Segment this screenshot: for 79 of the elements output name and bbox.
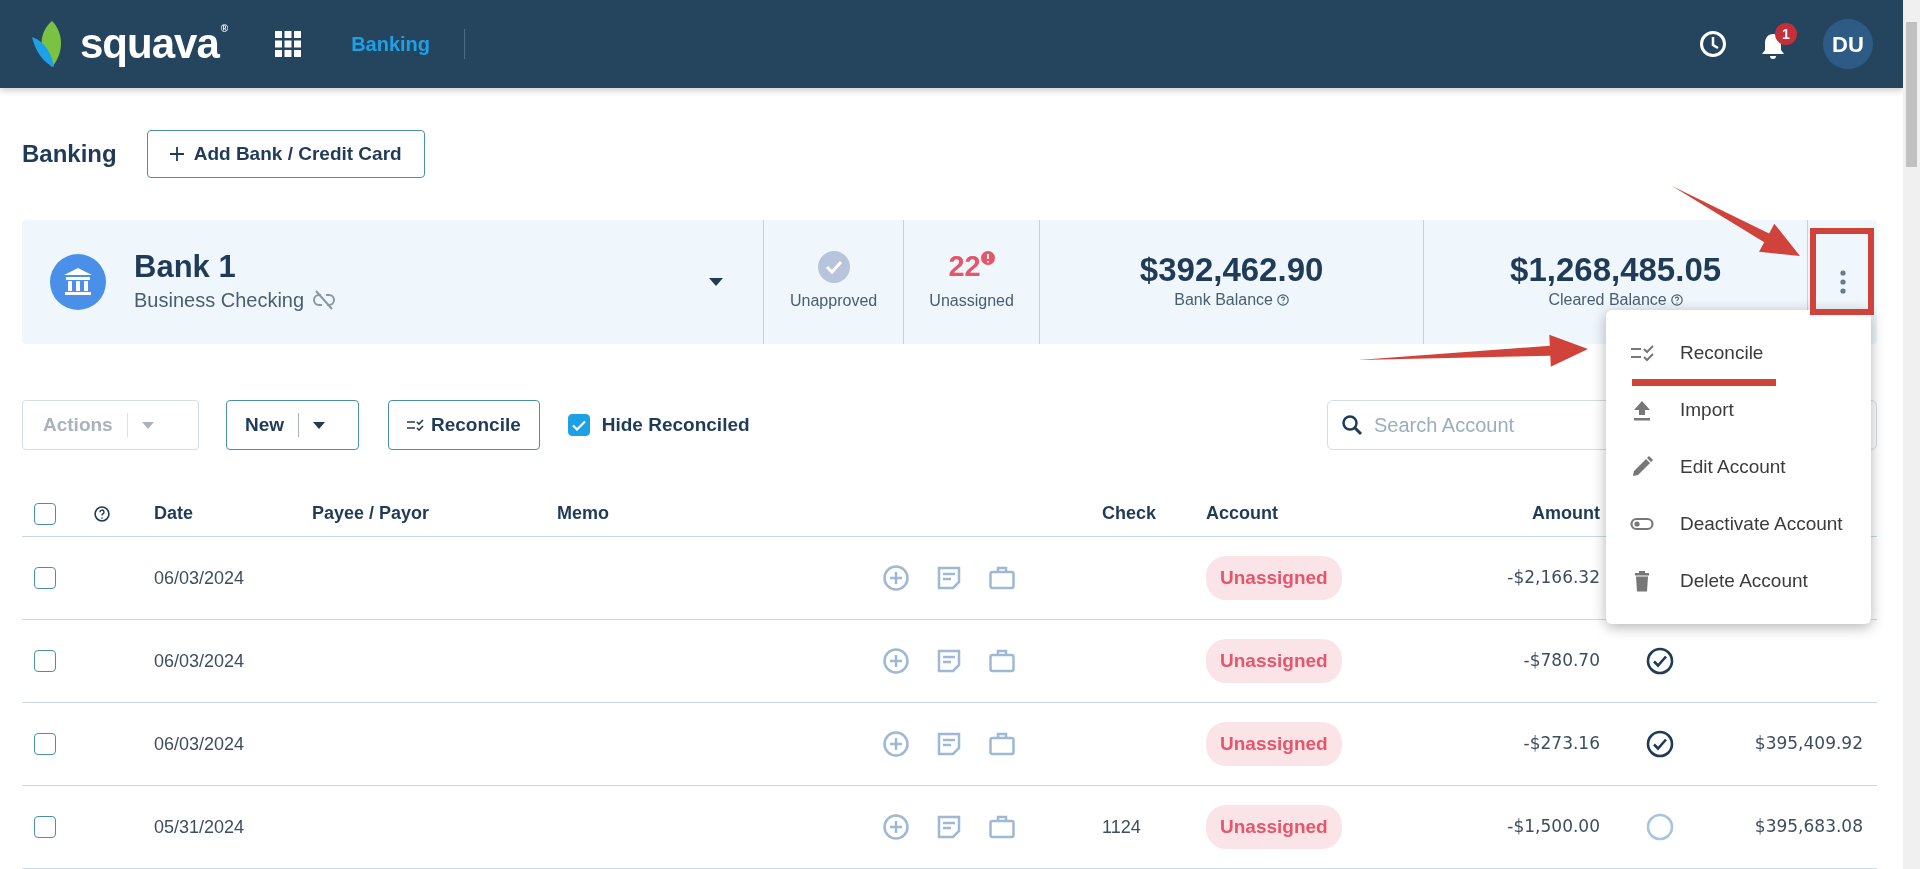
column-header[interactable]: Amount bbox=[1532, 503, 1600, 523]
amount-cell: -$1,500.00 bbox=[1507, 816, 1600, 837]
column-header[interactable]: Date bbox=[154, 503, 193, 523]
menu-item[interactable]: Deactivate Account bbox=[1606, 500, 1871, 548]
kebab-icon bbox=[1839, 270, 1846, 295]
scrollbar[interactable] bbox=[1903, 0, 1920, 869]
reconcile-icon bbox=[407, 419, 425, 431]
balance-amount: $392,462.90 bbox=[1139, 251, 1324, 289]
date-cell: 05/31/2024 bbox=[154, 816, 245, 837]
amount-cell: -$780.70 bbox=[1523, 650, 1600, 671]
search-icon bbox=[1341, 414, 1363, 436]
scrollbar-thumb[interactable] bbox=[1906, 22, 1917, 167]
new-dropdown[interactable]: New bbox=[226, 400, 359, 450]
row-checkbox[interactable] bbox=[34, 567, 56, 589]
account-type: Business Checking bbox=[134, 287, 305, 313]
add-bank-button[interactable]: Add Bank / Credit Card bbox=[146, 130, 425, 178]
date-cell: 06/03/2024 bbox=[154, 567, 245, 588]
column-header[interactable]: Check bbox=[1102, 503, 1157, 523]
balance-amount: $1,268,485.05 bbox=[1510, 251, 1722, 289]
add-circle-icon[interactable] bbox=[883, 565, 909, 591]
notification-badge: 1 bbox=[1775, 23, 1797, 45]
note-icon[interactable] bbox=[937, 566, 961, 590]
row-checkbox[interactable] bbox=[34, 733, 56, 755]
help-icon[interactable] bbox=[1670, 294, 1683, 307]
notifications-button[interactable]: 1 bbox=[1753, 23, 1797, 65]
row-checkbox[interactable] bbox=[34, 816, 56, 838]
dropdown-caret-icon[interactable] bbox=[709, 278, 724, 286]
check-icon bbox=[571, 419, 586, 431]
balance-cell: $395,683.08 bbox=[1754, 816, 1863, 837]
cleared-check-icon[interactable] bbox=[1646, 647, 1674, 675]
add-circle-icon[interactable] bbox=[883, 648, 909, 674]
caret-icon bbox=[141, 421, 154, 429]
column-header[interactable]: Memo bbox=[557, 503, 609, 523]
caret-icon bbox=[313, 421, 326, 429]
balance-label: Cleared Balance bbox=[1548, 290, 1667, 311]
unassigned-count: 22 bbox=[948, 251, 981, 283]
add-circle-icon[interactable] bbox=[883, 814, 909, 840]
briefcase-icon[interactable] bbox=[989, 649, 1015, 673]
cleared-check-icon[interactable] bbox=[1646, 730, 1674, 758]
row-checkbox[interactable] bbox=[34, 650, 56, 672]
balance-label: Bank Balance bbox=[1174, 290, 1273, 311]
pencil-icon bbox=[1630, 455, 1654, 479]
apps-grid-icon[interactable] bbox=[275, 31, 302, 57]
add-circle-icon[interactable] bbox=[883, 731, 909, 757]
user-avatar[interactable]: DU bbox=[1823, 19, 1873, 69]
note-icon[interactable] bbox=[937, 732, 961, 756]
help-icon[interactable] bbox=[1276, 294, 1289, 307]
column-header[interactable]: Payee / Payor bbox=[312, 503, 430, 523]
alert-icon bbox=[980, 251, 995, 266]
stat-label: Unassigned bbox=[929, 290, 1014, 311]
note-icon[interactable] bbox=[937, 649, 961, 673]
bank-icon bbox=[50, 254, 106, 310]
approved-check-icon bbox=[817, 251, 850, 283]
clock-icon[interactable] bbox=[1699, 30, 1727, 58]
amount-cell: -$273.16 bbox=[1523, 733, 1600, 754]
menu-item[interactable]: Delete Account bbox=[1606, 557, 1871, 605]
briefcase-icon[interactable] bbox=[989, 732, 1015, 756]
select-all-checkbox[interactable] bbox=[34, 502, 56, 525]
logo: squava$^{®}$ bbox=[80, 23, 228, 65]
amount-cell: -$2,166.32 bbox=[1507, 567, 1600, 588]
date-cell: 06/03/2024 bbox=[154, 733, 245, 754]
help-icon[interactable] bbox=[94, 505, 110, 522]
reconcile-button[interactable]: Reconcile bbox=[388, 400, 540, 450]
stat-label: Unapproved bbox=[790, 291, 878, 311]
page-title: Banking bbox=[22, 139, 117, 169]
uncleared-circle-icon[interactable] bbox=[1646, 813, 1674, 841]
briefcase-icon[interactable] bbox=[989, 566, 1015, 590]
check-number: 1124 bbox=[1102, 816, 1141, 837]
note-icon[interactable] bbox=[937, 815, 961, 839]
unlinked-icon bbox=[312, 289, 337, 310]
balance-cell: $395,409.92 bbox=[1754, 733, 1863, 754]
checkbox-label: Hide Reconciled bbox=[601, 412, 750, 437]
date-cell: 06/03/2024 bbox=[154, 650, 245, 671]
plus-icon bbox=[169, 147, 184, 161]
account-name: Bank 1 bbox=[134, 249, 237, 285]
column-header[interactable]: Account bbox=[1206, 503, 1278, 523]
briefcase-icon[interactable] bbox=[989, 815, 1015, 839]
checkbox[interactable] bbox=[567, 414, 590, 436]
menu-item[interactable]: Reconcile bbox=[1606, 329, 1871, 377]
